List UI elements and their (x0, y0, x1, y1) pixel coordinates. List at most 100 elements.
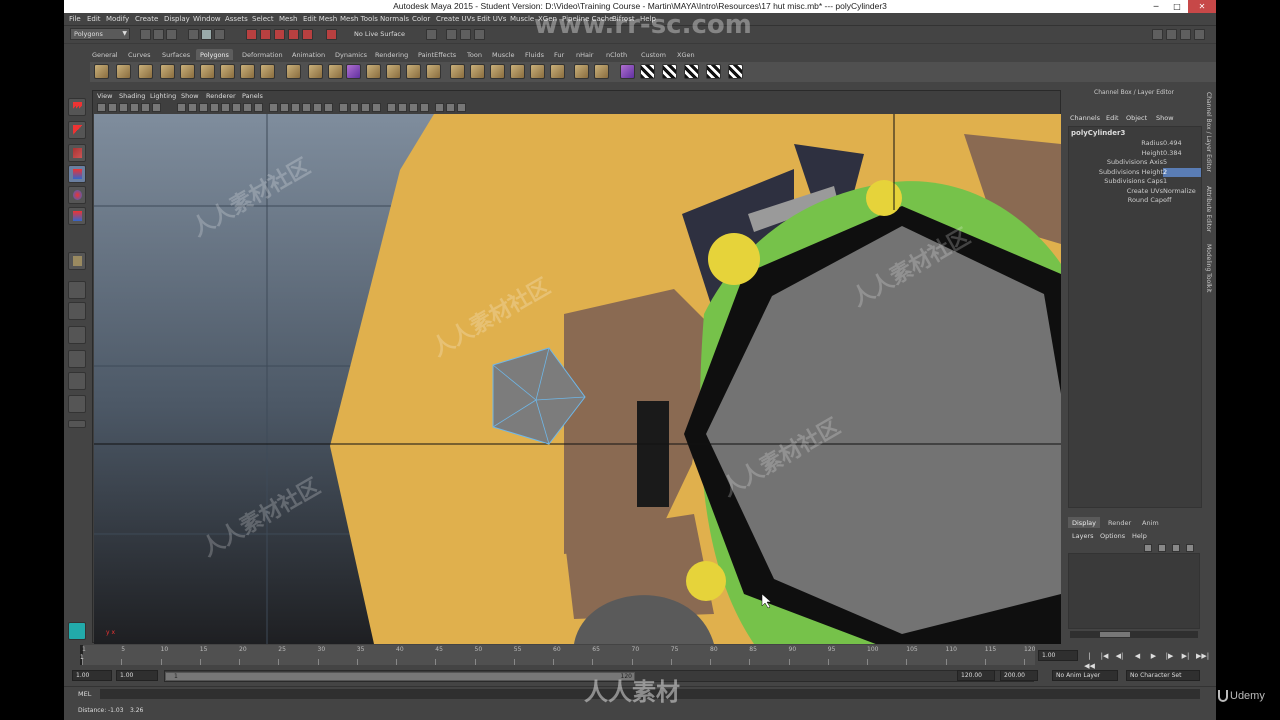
fill-hole-icon[interactable] (574, 64, 589, 79)
panel-menu-panels[interactable]: Panels (242, 92, 263, 100)
smooth-shade-icon[interactable] (280, 103, 289, 112)
menu-modify[interactable]: Modify (106, 15, 129, 23)
play-forwards-button[interactable]: ▶ (1148, 651, 1159, 661)
play-backwards-button[interactable]: ◀ (1132, 651, 1143, 661)
poly-sphere-icon[interactable] (94, 64, 109, 79)
toggle-tool-settings-icon[interactable] (1194, 29, 1205, 40)
new-scene-icon[interactable] (140, 29, 151, 40)
shelf-tab-dynamics[interactable]: Dynamics (331, 49, 371, 60)
xray-joints-icon[interactable] (420, 103, 429, 112)
poly-torus-icon[interactable] (200, 64, 215, 79)
menu-display[interactable]: Display (164, 15, 190, 23)
render-frame-icon[interactable] (446, 29, 457, 40)
menu-normals[interactable]: Normals (380, 15, 409, 23)
attr-subdivisions-height[interactable]: Subdivisions Height 2 (1069, 168, 1201, 177)
shelf-tab-curves[interactable]: Curves (124, 49, 155, 60)
range-slider-handle[interactable]: 1 120 (165, 672, 635, 681)
shadows-icon[interactable] (324, 103, 333, 112)
select-object-icon[interactable] (201, 29, 212, 40)
collapse-icon[interactable] (550, 64, 565, 79)
bookmark-icon[interactable] (119, 103, 128, 112)
select-component-icon[interactable] (214, 29, 225, 40)
wireframe-icon[interactable] (269, 103, 278, 112)
shelf-tab-general[interactable]: General (88, 49, 122, 60)
attr-create-uvs[interactable]: Create UVs Normalize ... (1069, 187, 1201, 203)
persp-uv-layout-icon[interactable] (68, 395, 86, 413)
shelf-tab-painteffects[interactable]: PaintEffects (414, 49, 460, 60)
attr-round-cap[interactable]: Round Cap off (1069, 196, 1201, 205)
merge-icon[interactable] (510, 64, 525, 79)
extrude-icon[interactable] (366, 64, 381, 79)
step-forward-frame-button[interactable]: |▶ (1164, 651, 1175, 661)
combine-icon[interactable] (308, 64, 323, 79)
layer-menu-help[interactable]: Help (1132, 532, 1147, 540)
current-time-field[interactable]: 1.00 (1038, 650, 1078, 661)
poly-prism-icon[interactable] (220, 64, 235, 79)
textured-icon[interactable] (302, 103, 311, 112)
save-scene-icon[interactable] (166, 29, 177, 40)
snap-curve-icon[interactable] (260, 29, 271, 40)
node-name[interactable]: polyCylinder3 (1071, 129, 1125, 137)
cb-menu-show[interactable]: Show (1156, 114, 1174, 122)
time-slider[interactable]: 1 1 5 10 15 20 25 30 35 40 45 50 55 60 65 70 75 80 85 90 95… (80, 645, 1035, 665)
menu-color[interactable]: Color (412, 15, 430, 23)
attr-value[interactable]: 1 (1163, 177, 1201, 186)
layout-icon[interactable] (1152, 29, 1163, 40)
poly-soccerball-icon[interactable] (286, 64, 301, 79)
close-button[interactable]: ✕ (1188, 0, 1216, 13)
layer-move-down-icon[interactable] (1158, 544, 1166, 552)
playback-end-field[interactable]: 120.00 (957, 670, 995, 681)
xray-icon[interactable] (398, 103, 407, 112)
motion-blur-icon[interactable] (350, 103, 359, 112)
checker-map-icon[interactable] (728, 64, 743, 79)
layer-tab-display[interactable]: Display (1068, 517, 1100, 528)
menu-create-uvs[interactable]: Create UVs (436, 15, 475, 23)
menu-edit-uvs[interactable]: Edit UVs (477, 15, 506, 23)
persp-graph-layout-icon[interactable] (68, 350, 86, 368)
shelf-tab-fluids[interactable]: Fluids (521, 49, 548, 60)
layer-tab-render[interactable]: Render (1104, 517, 1135, 528)
open-scene-icon[interactable] (153, 29, 164, 40)
attr-value[interactable]: off (1163, 196, 1201, 205)
anim-start-field[interactable]: 1.00 (72, 670, 112, 681)
new-layer-icon[interactable] (1172, 544, 1180, 552)
attr-value[interactable]: 5 (1163, 158, 1201, 167)
automatic-map-icon[interactable] (706, 64, 721, 79)
move-tool-icon[interactable] (68, 165, 86, 183)
maximize-button[interactable]: □ (1167, 0, 1187, 13)
side-tab-channel-box[interactable]: Channel Box / Layer Editor (1205, 92, 1212, 172)
attr-value[interactable]: Normalize ... (1163, 187, 1201, 203)
shelf-tab-deformation[interactable]: Deformation (238, 49, 287, 60)
perspective-viewport[interactable]: View Shading Lighting Show Renderer Pane… (92, 90, 1061, 644)
film-gate-icon[interactable] (188, 103, 197, 112)
side-tab-attribute-editor[interactable]: Attribute Editor (1205, 186, 1212, 232)
xray-active-icon[interactable] (409, 103, 418, 112)
toggle-attribute-editor-icon[interactable] (1166, 29, 1177, 40)
camera-select-icon[interactable] (97, 103, 106, 112)
planar-map-icon[interactable] (640, 64, 655, 79)
menu-file[interactable]: File (69, 15, 81, 23)
anti-aliasing-icon[interactable] (361, 103, 370, 112)
uv-editor-icon[interactable] (620, 64, 635, 79)
menu-select[interactable]: Select (252, 15, 274, 23)
snap-grid-icon[interactable] (246, 29, 257, 40)
toggle-channel-box-icon[interactable] (1180, 29, 1191, 40)
attr-subdivisions-axis[interactable]: Subdivisions Axis 5 (1069, 158, 1201, 167)
attr-value[interactable]: 0.384 (1163, 149, 1201, 158)
menu-edit-mesh[interactable]: Edit Mesh (303, 15, 337, 23)
gamma-icon[interactable] (435, 103, 444, 112)
poly-cube-icon[interactable] (116, 64, 131, 79)
panel-menu-show[interactable]: Show (181, 92, 199, 100)
cb-menu-channels[interactable]: Channels (1070, 114, 1100, 122)
hud-icon[interactable] (254, 103, 263, 112)
exposure-icon[interactable] (457, 103, 466, 112)
panel-menu-shading[interactable]: Shading (119, 92, 145, 100)
shelf-tab-custom[interactable]: Custom (637, 49, 670, 60)
layer-scrollbar[interactable] (1070, 631, 1198, 638)
step-forward-key-button[interactable]: ▶| (1180, 651, 1191, 661)
reduce-icon[interactable] (594, 64, 609, 79)
shelf-tab-animation[interactable]: Animation (288, 49, 329, 60)
layer-menu-options[interactable]: Options (1100, 532, 1125, 540)
separate-icon[interactable] (328, 64, 343, 79)
insert-edge-loop-icon[interactable] (470, 64, 485, 79)
